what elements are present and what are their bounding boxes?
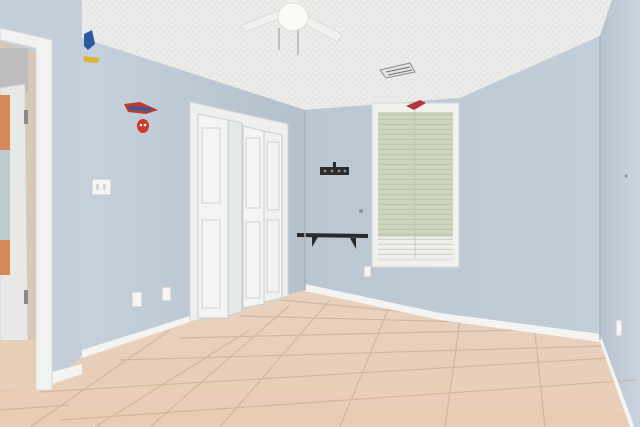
wall-nail-right <box>624 174 628 178</box>
bifold-closet-door <box>197 113 283 319</box>
light-switch <box>91 178 112 196</box>
empty-bedroom-photo <box>0 0 640 427</box>
room-illustration <box>0 0 640 427</box>
window-with-blinds <box>371 102 460 268</box>
open-bedroom-door <box>0 27 53 392</box>
wall-nail <box>359 209 363 213</box>
